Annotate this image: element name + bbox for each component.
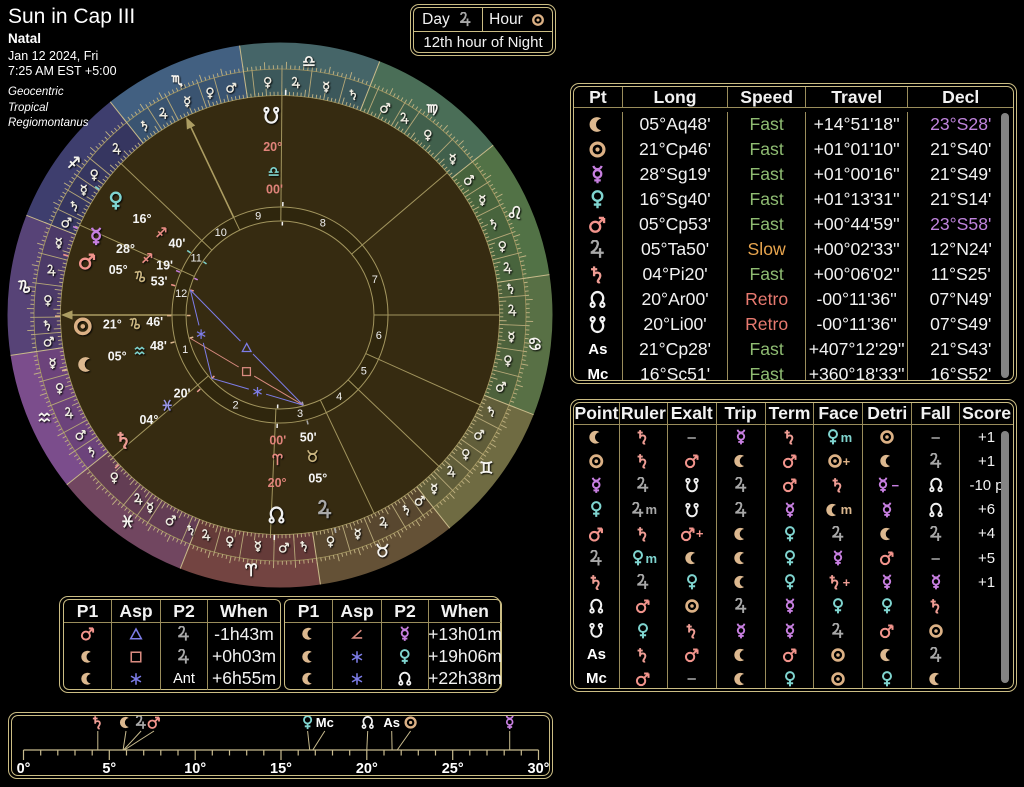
svg-text:5: 5 (361, 365, 367, 377)
svg-text:21°: 21° (103, 318, 122, 332)
svg-text:8: 8 (320, 218, 326, 230)
svg-text:46': 46' (146, 315, 163, 329)
svg-text:00': 00' (269, 434, 286, 448)
svg-text:Mc: Mc (316, 716, 334, 730)
svg-text:11: 11 (190, 253, 201, 265)
svg-text:04°: 04° (139, 413, 158, 427)
svg-text:As: As (383, 716, 400, 730)
svg-text:10: 10 (215, 227, 227, 239)
svg-text:1: 1 (182, 344, 188, 356)
svg-text:53': 53' (151, 274, 168, 288)
svg-text:05°: 05° (109, 263, 128, 277)
svg-text:5°: 5° (102, 761, 116, 776)
svg-text:19': 19' (156, 259, 173, 273)
svg-text:3: 3 (297, 408, 303, 420)
svg-text:00': 00' (266, 183, 283, 197)
svg-text:2: 2 (233, 400, 239, 412)
svg-text:48': 48' (150, 339, 167, 353)
svg-text:9: 9 (255, 210, 261, 222)
svg-text:05°: 05° (308, 472, 327, 486)
svg-text:30°: 30° (528, 761, 550, 776)
svg-text:0°: 0° (17, 761, 31, 776)
svg-text:28°: 28° (116, 242, 135, 256)
svg-text:05°: 05° (108, 350, 127, 364)
svg-text:20°: 20° (356, 761, 378, 776)
svg-text:16°: 16° (133, 212, 152, 226)
svg-text:25°: 25° (442, 761, 464, 776)
svg-text:50': 50' (300, 430, 317, 444)
svg-text:7: 7 (372, 274, 378, 286)
svg-text:12: 12 (175, 288, 187, 300)
svg-text:40': 40' (168, 236, 185, 250)
svg-text:20': 20' (174, 387, 191, 401)
svg-text:20°: 20° (268, 476, 287, 490)
svg-text:4: 4 (336, 391, 342, 403)
svg-text:15°: 15° (270, 761, 292, 776)
svg-text:10°: 10° (184, 761, 206, 776)
svg-text:6: 6 (376, 330, 382, 342)
svg-text:20°: 20° (263, 140, 282, 154)
